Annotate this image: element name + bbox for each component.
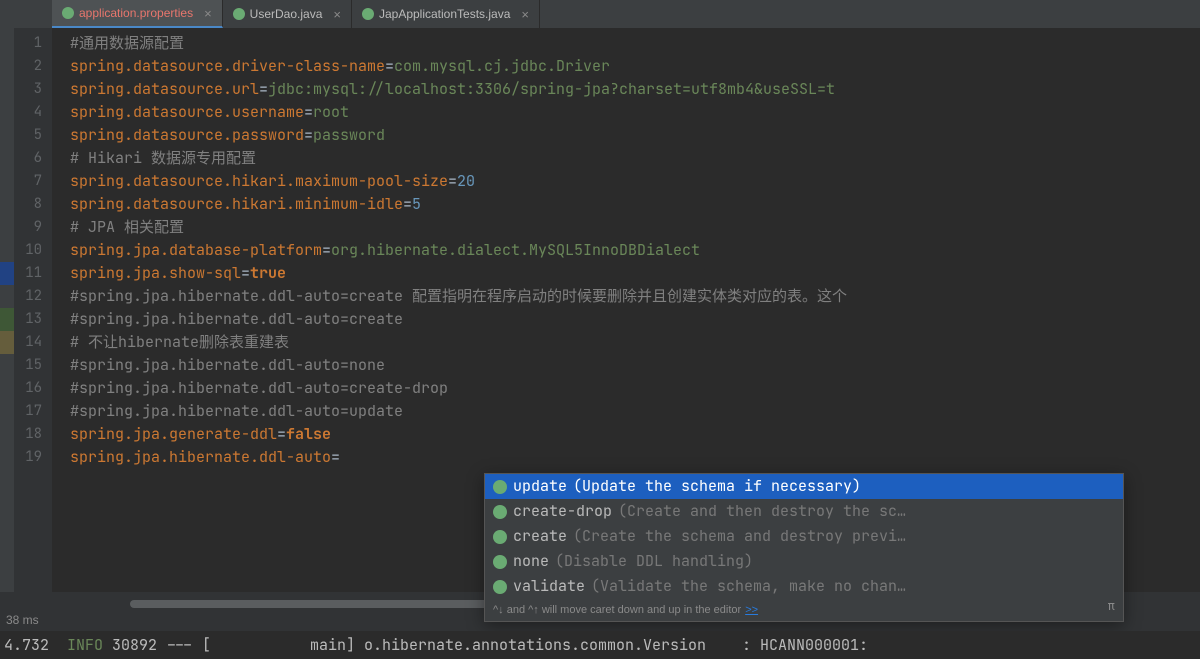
- line-number: 9: [14, 216, 52, 239]
- editor-tab[interactable]: JapApplicationTests.java ×: [352, 0, 540, 28]
- completion-item[interactable]: validate (Validate the schema, make no c…: [485, 574, 1123, 599]
- property-icon: [493, 505, 507, 519]
- code-line[interactable]: spring.jpa.show-sql=true: [70, 262, 1200, 285]
- line-number: 8: [14, 193, 52, 216]
- completion-name: create-drop: [513, 500, 612, 523]
- completion-desc: (Create the schema and destroy previ…: [573, 525, 906, 548]
- ide-root: application.properties×UserDao.java×JapA…: [0, 0, 1200, 659]
- pi-icon[interactable]: π: [1108, 595, 1115, 618]
- status-timing: 38 ms: [0, 613, 39, 631]
- code-completion-popup[interactable]: update (Update the schema if necessary)c…: [484, 473, 1124, 622]
- close-icon[interactable]: ×: [521, 7, 529, 22]
- line-number: 12: [14, 285, 52, 308]
- line-number: 14: [14, 331, 52, 354]
- completion-desc: (Create and then destroy the sc…: [618, 500, 906, 523]
- line-number: 16: [14, 377, 52, 400]
- gutter-mark-blue: [0, 262, 14, 285]
- completion-item[interactable]: update (Update the schema if necessary): [485, 474, 1123, 499]
- tab-label: JapApplicationTests.java: [379, 7, 510, 21]
- close-icon[interactable]: ×: [204, 6, 212, 21]
- completion-item[interactable]: create (Create the schema and destroy pr…: [485, 524, 1123, 549]
- code-line[interactable]: # JPA 相关配置: [70, 216, 1200, 239]
- file-icon: [362, 8, 374, 20]
- line-number: 5: [14, 124, 52, 147]
- code-line[interactable]: # Hikari 数据源专用配置: [70, 147, 1200, 170]
- file-icon: [62, 7, 74, 19]
- completion-desc: (Update the schema if necessary): [573, 475, 861, 498]
- close-icon[interactable]: ×: [333, 7, 341, 22]
- line-number: 13: [14, 308, 52, 331]
- code-line[interactable]: spring.datasource.password=password: [70, 124, 1200, 147]
- console-log-line: 4.732 INFO 30892 --- [ main] o.hibernate…: [0, 631, 1200, 659]
- editor-tab[interactable]: application.properties ×: [52, 0, 223, 28]
- completion-hint: ^↓ and ^↑ will move caret down and up in…: [485, 599, 1123, 621]
- property-icon: [493, 530, 507, 544]
- code-line[interactable]: spring.jpa.hibernate.ddl-auto=: [70, 446, 1200, 469]
- line-number: 6: [14, 147, 52, 170]
- line-number: 3: [14, 78, 52, 101]
- marker-strip: [0, 28, 14, 592]
- editor-tab[interactable]: UserDao.java ×: [223, 0, 352, 28]
- code-line[interactable]: spring.datasource.hikari.minimum-idle=5: [70, 193, 1200, 216]
- line-number: 15: [14, 354, 52, 377]
- line-number: 11: [14, 262, 52, 285]
- code-line[interactable]: #spring.jpa.hibernate.ddl-auto=create: [70, 308, 1200, 331]
- code-line[interactable]: spring.jpa.database-platform=org.hiberna…: [70, 239, 1200, 262]
- completion-item[interactable]: create-drop (Create and then destroy the…: [485, 499, 1123, 524]
- property-icon: [493, 580, 507, 594]
- line-number: 1: [14, 32, 52, 55]
- line-number: 10: [14, 239, 52, 262]
- line-number: 18: [14, 423, 52, 446]
- code-line[interactable]: #spring.jpa.hibernate.ddl-auto=create-dr…: [70, 377, 1200, 400]
- code-line[interactable]: spring.datasource.url=jdbc:mysql://local…: [70, 78, 1200, 101]
- line-number: 19: [14, 446, 52, 469]
- code-line[interactable]: # 不让hibernate删除表重建表: [70, 331, 1200, 354]
- line-number: 4: [14, 101, 52, 124]
- code-line[interactable]: spring.datasource.hikari.maximum-pool-si…: [70, 170, 1200, 193]
- property-icon: [493, 480, 507, 494]
- hint-link[interactable]: >>: [745, 599, 758, 622]
- completion-name: none: [513, 550, 549, 573]
- line-number: 7: [14, 170, 52, 193]
- file-icon: [233, 8, 245, 20]
- line-number: 2: [14, 55, 52, 78]
- completion-name: create: [513, 525, 567, 548]
- tab-label: application.properties: [79, 6, 193, 20]
- completion-item[interactable]: none (Disable DDL handling): [485, 549, 1123, 574]
- completion-desc: (Validate the schema, make no chan…: [591, 575, 906, 598]
- gutter-mark-green: [0, 308, 14, 331]
- line-number: 17: [14, 400, 52, 423]
- code-line[interactable]: spring.datasource.driver-class-name=com.…: [70, 55, 1200, 78]
- code-line[interactable]: spring.datasource.username=root: [70, 101, 1200, 124]
- completion-name: update: [513, 475, 567, 498]
- code-line[interactable]: #spring.jpa.hibernate.ddl-auto=none: [70, 354, 1200, 377]
- tab-label: UserDao.java: [250, 7, 323, 21]
- completion-name: validate: [513, 575, 585, 598]
- property-icon: [493, 555, 507, 569]
- line-number-gutter: 12345678910111213141516171819: [14, 28, 52, 592]
- gutter-mark-yellow: [0, 331, 14, 354]
- completion-desc: (Disable DDL handling): [555, 550, 753, 573]
- code-line[interactable]: #spring.jpa.hibernate.ddl-auto=update: [70, 400, 1200, 423]
- code-line[interactable]: #通用数据源配置: [70, 32, 1200, 55]
- code-line[interactable]: #spring.jpa.hibernate.ddl-auto=create 配置…: [70, 285, 1200, 308]
- code-line[interactable]: spring.jpa.generate-ddl=false: [70, 423, 1200, 446]
- editor-tabs: application.properties×UserDao.java×JapA…: [0, 0, 1200, 28]
